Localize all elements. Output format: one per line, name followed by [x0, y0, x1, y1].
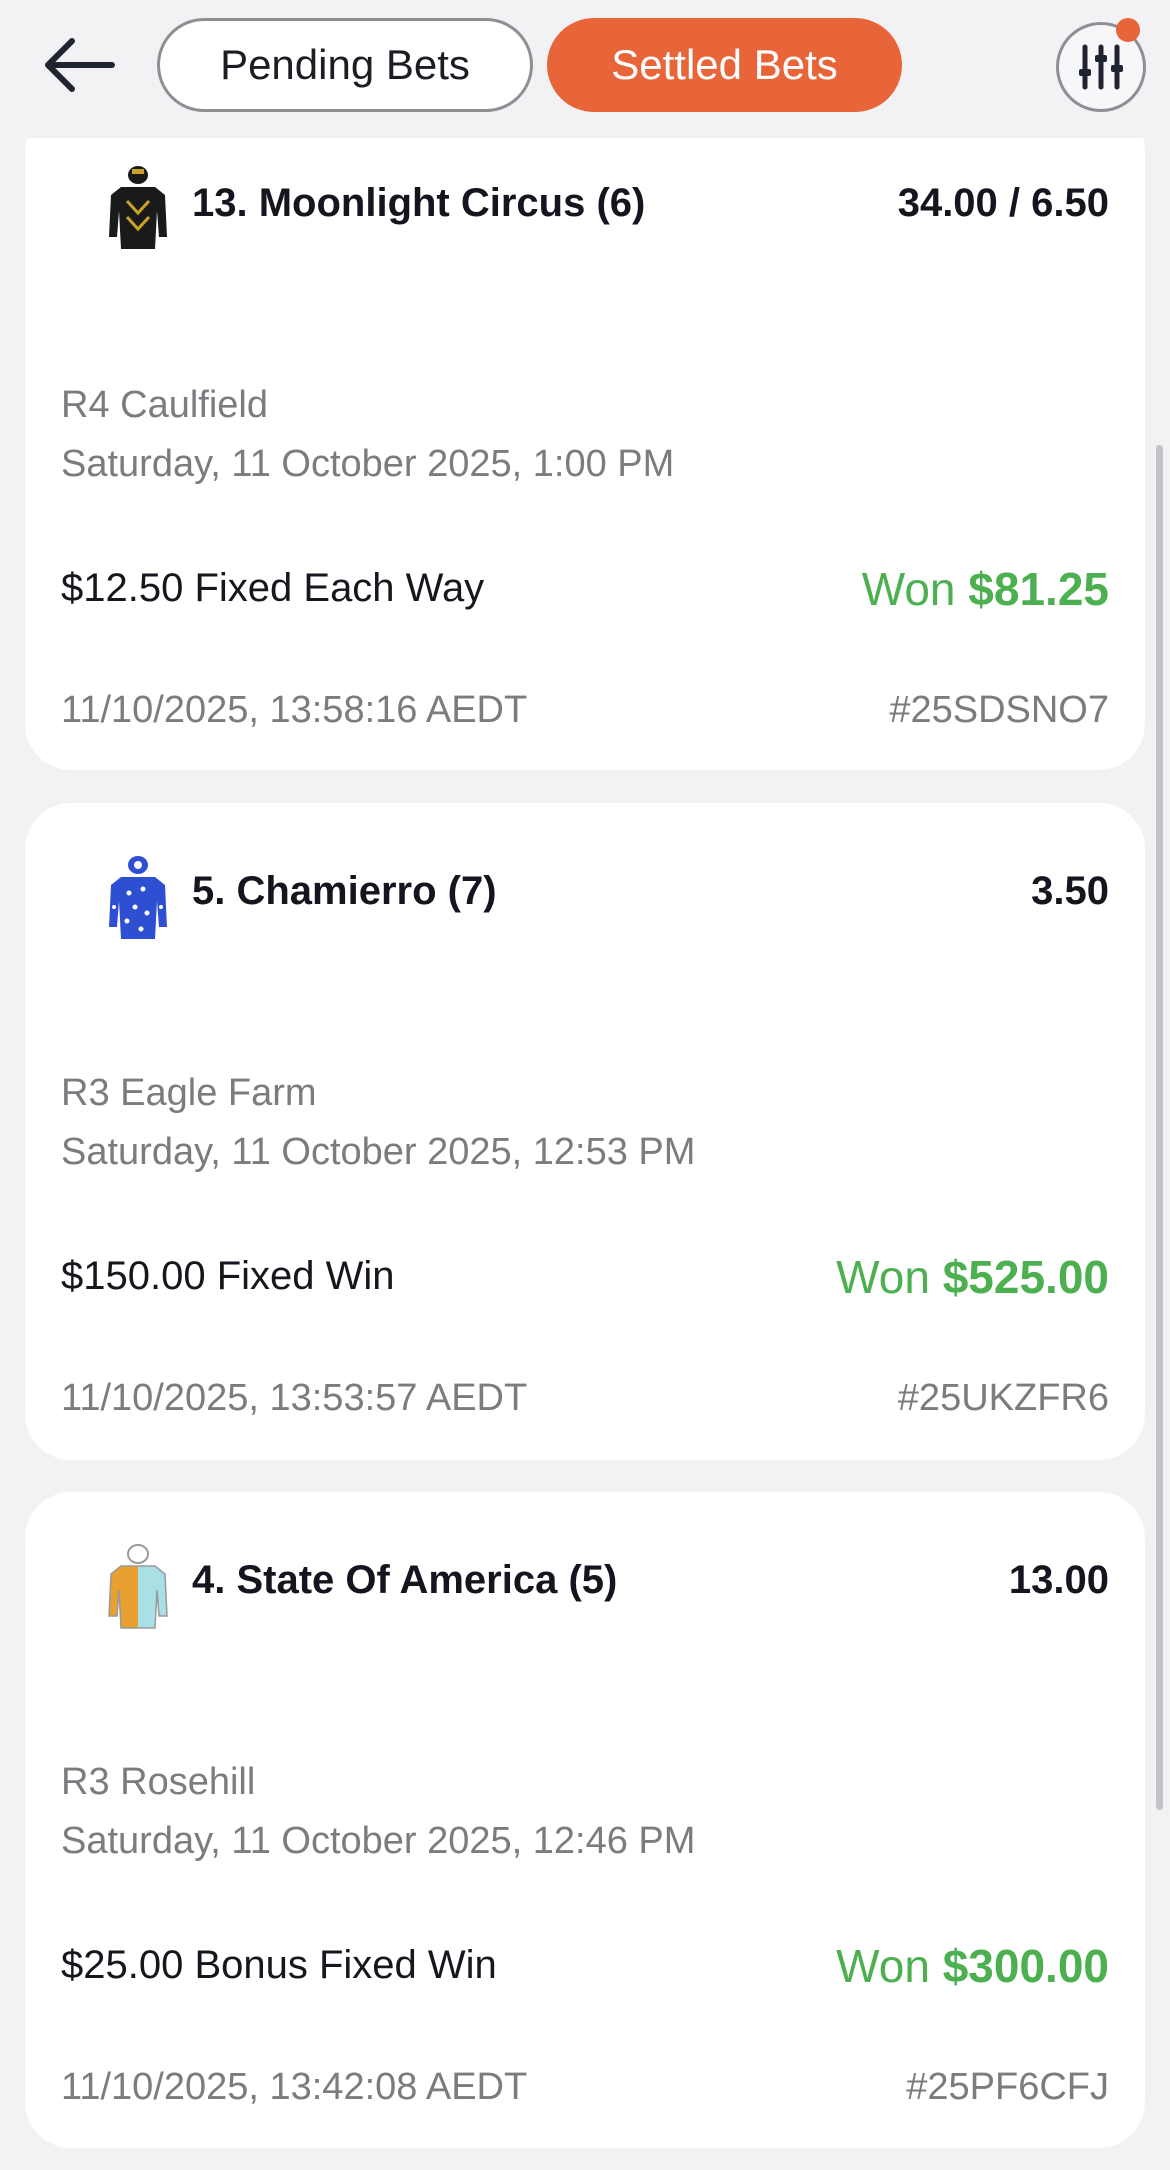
bet-card[interactable]: 13. Moonlight Circus (6) 34.00 / 6.50 R4…	[25, 105, 1145, 770]
result-amount: $525.00	[942, 1251, 1109, 1303]
jockey-silk-black-gold-icon	[109, 166, 167, 249]
tab-pending-bets-label: Pending Bets	[220, 41, 470, 88]
bet-result: Won $525.00	[836, 1250, 1109, 1304]
bet-type: $25.00 Bonus Fixed Win	[61, 1943, 497, 1987]
race-datetime: Saturday, 11 October 2025, 12:46 PM	[61, 1820, 696, 1862]
bet-id: #25SDSNO7	[889, 689, 1109, 731]
bet-placed-time: 11/10/2025, 13:58:16 AEDT	[61, 689, 528, 731]
tab-settled-bets[interactable]: Settled Bets	[547, 18, 902, 112]
back-arrow-icon	[45, 38, 115, 92]
bet-card[interactable]: 4. State Of America (5) 13.00 R3 Rosehil…	[25, 1492, 1145, 2148]
tab-pending-bets[interactable]: Pending Bets	[157, 18, 533, 112]
back-button[interactable]	[38, 32, 118, 98]
bet-result: Won $300.00	[836, 1939, 1109, 1993]
result-label: Won	[836, 1940, 943, 1992]
jockey-silk-blue-icon	[109, 856, 167, 939]
runner-name: 4. State Of America (5)	[192, 1558, 618, 1602]
sliders-icon	[1079, 44, 1123, 90]
bet-type: $150.00 Fixed Win	[61, 1254, 395, 1298]
bet-id: #25UKZFR6	[897, 1377, 1109, 1419]
bet-placed-time: 11/10/2025, 13:42:08 AEDT	[61, 2066, 528, 2108]
race-datetime: Saturday, 11 October 2025, 12:53 PM	[61, 1131, 696, 1173]
runner-name: 13. Moonlight Circus (6)	[192, 181, 646, 225]
race-venue: R3 Eagle Farm	[61, 1072, 317, 1114]
bet-placed-time: 11/10/2025, 13:53:57 AEDT	[61, 1377, 528, 1419]
bet-result: Won $81.25	[862, 562, 1109, 616]
bet-type: $12.50 Fixed Each Way	[61, 566, 485, 610]
race-datetime: Saturday, 11 October 2025, 1:00 PM	[61, 443, 675, 485]
result-label: Won	[861, 563, 969, 615]
result-label: Won	[836, 1251, 943, 1303]
tab-settled-bets-label: Settled Bets	[611, 41, 838, 88]
bet-odds: 3.50	[1031, 869, 1109, 913]
bet-odds: 34.00 / 6.50	[897, 181, 1109, 225]
race-venue: R4 Caulfield	[61, 384, 268, 426]
runner-name: 5. Chamierro (7)	[192, 869, 497, 913]
bet-id: #25PF6CFJ	[906, 2066, 1109, 2108]
result-amount: $300.00	[942, 1940, 1109, 1992]
bet-card[interactable]: 5. Chamierro (7) 3.50 R3 Eagle Farm Satu…	[25, 803, 1145, 1460]
bet-odds: 13.00	[1008, 1558, 1109, 1602]
race-venue: R3 Rosehill	[61, 1761, 256, 1803]
notification-dot	[1116, 18, 1140, 42]
scrollbar[interactable]	[1156, 445, 1163, 1810]
top-bar: Pending Bets Settled Bets	[0, 0, 1170, 138]
jockey-silk-orange-aqua-icon	[108, 1544, 168, 1629]
result-amount: $81.25	[968, 563, 1109, 615]
